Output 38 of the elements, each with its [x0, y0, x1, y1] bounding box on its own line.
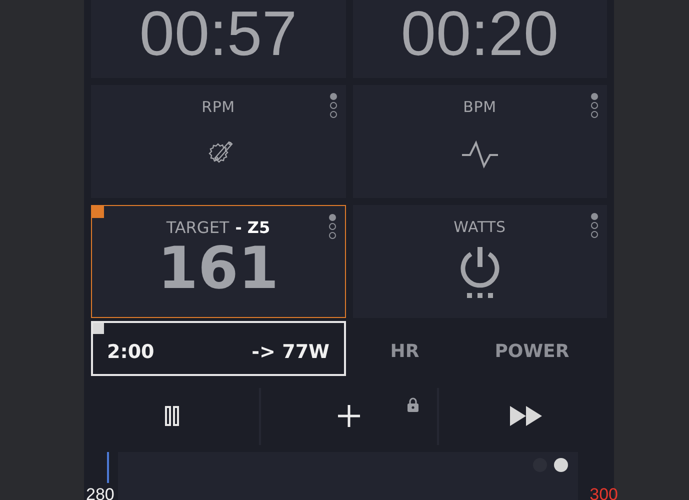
page-dot[interactable]	[591, 222, 598, 229]
power-icon	[458, 246, 502, 300]
page-dot[interactable]	[591, 231, 598, 238]
timer-value: 00:57	[139, 3, 298, 66]
page-dot[interactable]	[330, 111, 336, 118]
lock-icon	[406, 397, 419, 412]
page-dot[interactable]	[591, 102, 598, 109]
plus-icon	[338, 405, 360, 428]
page-dot[interactable]	[328, 214, 336, 221]
scale-min-label: 280	[86, 484, 114, 500]
pause-icon	[164, 406, 179, 426]
target-value: 161	[158, 239, 279, 297]
mode-tab[interactable]: POWER	[488, 337, 576, 366]
page-dot[interactable]	[330, 93, 336, 100]
page-dot[interactable]	[328, 223, 336, 230]
page-dot[interactable]	[554, 458, 568, 472]
tile-label: RPM	[202, 98, 235, 116]
corner-marker	[93, 323, 104, 334]
interval-card[interactable]: 2:00 -> 77W	[91, 321, 346, 376]
corner-marker	[92, 206, 104, 218]
scale-max-label: 300	[590, 484, 618, 500]
page-dot[interactable]	[330, 102, 336, 109]
timer-value: 00:20	[400, 3, 559, 66]
fast-forward-icon	[510, 406, 542, 426]
position-line	[107, 452, 108, 483]
tile-label: WATTS	[454, 218, 506, 236]
zone-label: - Z5	[235, 218, 270, 237]
page-dot[interactable]	[591, 213, 598, 220]
tile-label: BPM	[463, 98, 496, 116]
interval-time: 2:00	[107, 340, 154, 363]
metric-tile[interactable]: TARGET - Z5 161	[91, 205, 346, 318]
interval-target: -> 77W	[252, 340, 330, 363]
page-dot[interactable]	[591, 93, 598, 100]
tile-label: TARGET	[166, 218, 230, 237]
mode-tab[interactable]: HR	[384, 337, 426, 366]
page-dot[interactable]	[328, 232, 336, 239]
page-dot[interactable]	[591, 111, 598, 118]
pulse-icon	[460, 138, 499, 170]
